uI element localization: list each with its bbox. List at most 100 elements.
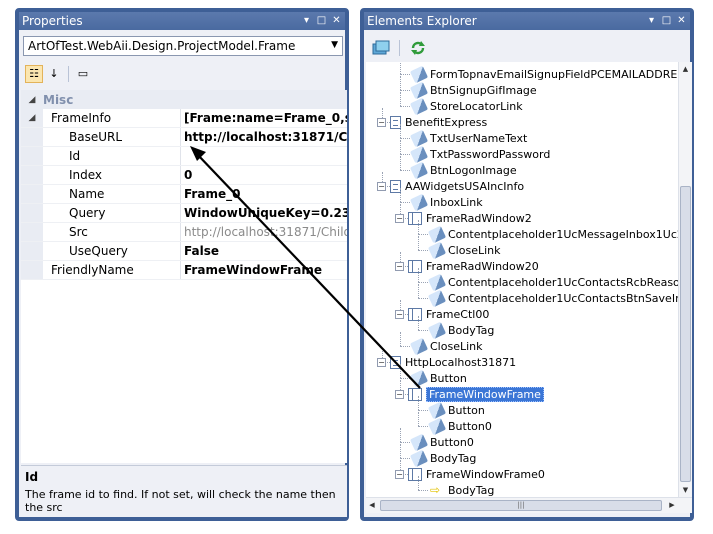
property-row[interactable]: UseQuery False <box>21 242 347 261</box>
explorer-maximize-icon[interactable]: □ <box>660 14 673 27</box>
tree-node[interactable]: − HttpLocalhost31871 <box>377 354 516 370</box>
property-pages-icon[interactable]: ▭ <box>74 65 92 83</box>
property-row[interactable]: Query WindowUniqueKey=0.233596 <box>21 204 347 223</box>
tree-node-label[interactable]: Contentplaceholder1UcContactsRcbReason <box>448 276 678 289</box>
tree-node[interactable]: Button <box>409 369 467 387</box>
object-selector[interactable]: ArtOfTest.WebAii.Design.ProjectModel.Fra… <box>23 36 343 56</box>
tree-node-label[interactable]: Contentplaceholder1UcMessageInbox1Uc2 <box>448 228 678 241</box>
tree-node[interactable]: Contentplaceholder1UcMessageInbox1Uc2 <box>427 225 678 243</box>
collapse-icon[interactable]: − <box>377 117 386 127</box>
tree-node[interactable]: − FrameCtl00 <box>395 306 489 322</box>
tree-node-label[interactable]: CloseLink <box>448 244 501 257</box>
tree-node[interactable]: BtnLogonImage <box>409 161 517 179</box>
tree-node-label[interactable]: BodyTag <box>430 452 476 465</box>
property-row[interactable]: BaseURL http://localhost:31871/ChildW <box>21 128 347 147</box>
property-name-cell[interactable]: Name <box>21 185 181 203</box>
tree-node-label[interactable]: BtnLogonImage <box>430 164 517 177</box>
tree-node-label[interactable]: FrameRadWindow20 <box>426 260 539 273</box>
property-name-cell[interactable]: BaseURL <box>21 128 181 146</box>
tree-node-label[interactable]: BenefitExpress <box>405 116 487 129</box>
tree-node[interactable]: − FrameRadWindow2 <box>395 210 532 226</box>
property-name-cell[interactable]: Index <box>21 166 181 184</box>
property-row[interactable]: Src http://localhost:31871/ChildWi <box>21 223 347 242</box>
tree-node-label[interactable]: BodyTag <box>448 324 494 337</box>
tree-node-label[interactable]: BtnSignupGifImage <box>430 84 537 97</box>
scroll-up-icon[interactable]: ▲ <box>679 62 692 76</box>
tree-node[interactable]: − FrameRadWindow20 <box>395 258 539 274</box>
explorer-dropdown-icon[interactable]: ▾ <box>645 14 658 27</box>
tree-node[interactable]: TxtPasswordPassword <box>409 145 550 163</box>
chevron-down-icon[interactable]: ▼ <box>331 40 338 50</box>
property-name-cell[interactable]: FriendlyName <box>21 261 181 279</box>
property-row[interactable]: ◢ FrameInfo [Frame:name=Frame_0,src=ht <box>21 109 347 128</box>
tree-node-label[interactable]: Contentplaceholder1UcContactsBtnSaveIm <box>448 292 678 305</box>
tree-node[interactable]: Button0 <box>409 433 474 451</box>
tree-node-label[interactable]: Button <box>448 404 485 417</box>
collapse-icon[interactable]: − <box>377 181 386 191</box>
tree-node-label[interactable]: FormTopnavEmailSignupFieldPCEMAILADDRESS <box>430 68 678 81</box>
tree-node-label[interactable]: FrameCtl00 <box>426 308 489 321</box>
scroll-down-icon[interactable]: ▼ <box>679 483 692 497</box>
properties-titlebar[interactable]: Properties ▾ □ ✕ <box>19 12 345 30</box>
property-name-cell[interactable]: UseQuery <box>21 242 181 260</box>
tree-node[interactable]: CloseLink <box>427 241 501 259</box>
tree-node-label[interactable]: InboxLink <box>430 196 483 209</box>
tree-horizontal-scrollbar[interactable]: ◀ ||| ▶ <box>366 497 692 513</box>
tree-node-label[interactable]: TxtUserNameText <box>430 132 527 145</box>
tree-node[interactable]: Button0 <box>427 417 492 435</box>
collapse-icon[interactable]: − <box>395 309 404 319</box>
property-row[interactable]: Index 0 <box>21 166 347 185</box>
properties-close-icon[interactable]: ✕ <box>330 14 343 27</box>
tree-node-label[interactable]: AAWidgetsUSAIncInfo <box>405 180 524 193</box>
tree-node[interactable]: InboxLink <box>409 193 483 211</box>
tree-vertical-scrollbar[interactable]: ▲ ▼ <box>678 62 692 497</box>
scroll-right-icon[interactable]: ▶ <box>666 498 678 513</box>
tree-node[interactable]: BodyTag <box>427 321 494 339</box>
tree-node-label[interactable]: FrameWindowFrame <box>426 386 544 402</box>
property-value[interactable]: http://localhost:31871/ChildW <box>181 128 347 146</box>
refresh-icon[interactable] <box>409 40 427 56</box>
scroll-left-icon[interactable]: ◀ <box>366 498 378 513</box>
property-value[interactable]: http://localhost:31871/ChildWi <box>181 223 347 241</box>
tree-node-label[interactable]: CloseLink <box>430 340 483 353</box>
tree-node[interactable]: TxtUserNameText <box>409 129 527 147</box>
explorer-close-icon[interactable]: ✕ <box>675 14 688 27</box>
tree-node-label[interactable]: BodyTag <box>448 484 494 497</box>
tree-node[interactable]: BtnSignupGifImage <box>409 81 537 99</box>
explorer-titlebar[interactable]: Elements Explorer ▾ □ ✕ <box>364 12 690 30</box>
tree-node[interactable]: BodyTag <box>409 449 476 467</box>
tree-node-label[interactable]: FrameWindowFrame0 <box>426 468 545 481</box>
property-name-cell[interactable]: Id <box>21 147 181 165</box>
tree-node[interactable]: ⇨ BodyTag <box>430 482 494 497</box>
tree-node-label[interactable]: Button0 <box>448 420 492 433</box>
property-row[interactable]: Id <box>21 147 347 166</box>
tree-node-label[interactable]: HttpLocalhost31871 <box>405 356 516 369</box>
property-value[interactable]: [Frame:name=Frame_0,src=ht <box>181 109 347 127</box>
property-value[interactable]: False <box>181 242 347 260</box>
horizontal-scroll-thumb[interactable]: ||| <box>380 500 662 511</box>
collapse-icon[interactable]: − <box>395 469 404 479</box>
property-name-cell[interactable]: ◢ FrameInfo <box>21 109 181 127</box>
tree-node[interactable]: FormTopnavEmailSignupFieldPCEMAILADDRESS <box>409 65 678 83</box>
property-value[interactable] <box>181 147 347 165</box>
collapse-icon[interactable]: ◢ <box>21 109 43 127</box>
property-value[interactable]: WindowUniqueKey=0.233596 <box>181 204 347 222</box>
tree-node[interactable]: StoreLocatorLink <box>409 97 523 115</box>
vertical-scroll-thumb[interactable] <box>680 186 691 482</box>
tree-node[interactable]: Button <box>427 401 485 419</box>
categorized-icon[interactable]: ☷ <box>25 65 43 83</box>
tree-node-label[interactable]: Button <box>430 372 467 385</box>
tree-node-label[interactable]: TxtPasswordPassword <box>430 148 550 161</box>
property-value[interactable]: Frame_0 <box>181 185 347 203</box>
collapse-icon[interactable]: − <box>395 389 404 399</box>
tree-node[interactable]: Contentplaceholder1UcContactsRcbReason <box>427 273 678 291</box>
property-row[interactable]: Name Frame_0 <box>21 185 347 204</box>
collapse-icon[interactable]: − <box>377 357 386 367</box>
category-misc[interactable]: ◢ Misc <box>21 90 347 109</box>
alphabetical-icon[interactable]: ↓ <box>45 65 63 83</box>
properties-dropdown-icon[interactable]: ▾ <box>300 14 313 27</box>
properties-maximize-icon[interactable]: □ <box>315 14 328 27</box>
tree-node[interactable]: − BenefitExpress <box>377 114 487 130</box>
tree-node-label[interactable]: StoreLocatorLink <box>430 100 523 113</box>
collapse-icon[interactable]: ◢ <box>21 95 43 105</box>
